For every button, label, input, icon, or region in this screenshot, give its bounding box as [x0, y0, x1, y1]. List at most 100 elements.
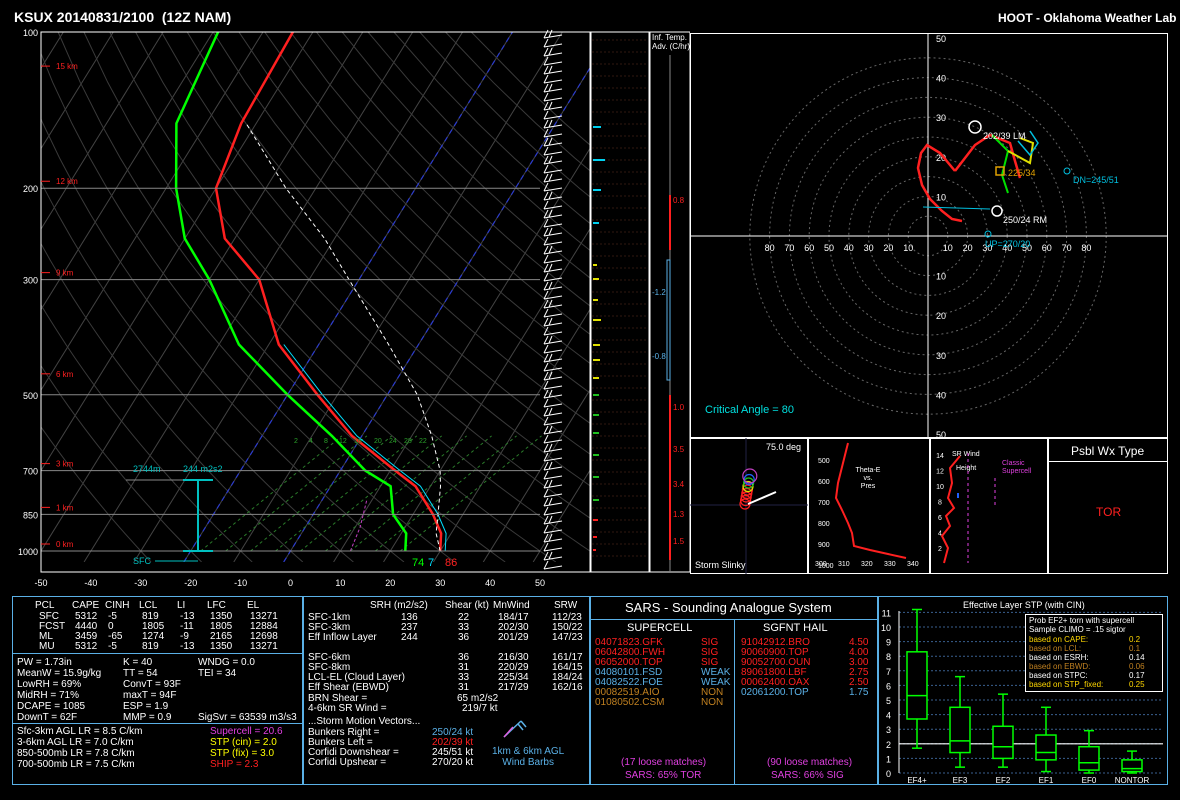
index-value: maxT = 94F: [123, 690, 177, 701]
hodo-dn-marker: [1063, 167, 1071, 175]
srwind-classic: Supercell: [1002, 468, 1032, 475]
index-value: MeanW = 15.9g/kg: [17, 668, 102, 679]
pressure-label: 200: [23, 184, 38, 194]
wind-barb: [543, 313, 563, 318]
index-value: TT = 54: [123, 668, 158, 679]
stp-y-tick: 5: [886, 696, 891, 706]
wind-barb-flag: [543, 398, 549, 408]
mixing-ratio-label: 22: [419, 438, 427, 445]
wind-barb-flag: [543, 29, 549, 39]
parcel-cell: 819: [142, 641, 159, 652]
sars-supercell-list: 04071823.GFK SIG 06042800.FWH SIG 06052000.T…: [595, 637, 730, 717]
wind-barb-flag: [543, 506, 549, 516]
temp-tick-label: -20: [184, 578, 197, 588]
wind-barb-flag: [548, 335, 553, 344]
wind-barb-flag: [543, 191, 549, 201]
wind-barb-flag: [548, 155, 553, 164]
wind-barb-flag: [548, 299, 553, 308]
slinky-angle: 75.0 deg: [766, 442, 801, 452]
wind-barb-flag: [548, 83, 553, 92]
wind-barb-flag: [543, 245, 549, 255]
srwind-classic: Classic: [1002, 460, 1025, 467]
mixing-ratio-label: 8: [324, 438, 328, 445]
parcel-header: CINH: [105, 600, 130, 611]
stp-legend-label: based on STP_fixed:: [1029, 680, 1104, 689]
composite-indices: Supercell = 20.6 STP (cin) = 2.0 STP (fix)…: [210, 726, 300, 776]
temp-tick-label: 0: [288, 578, 293, 588]
wind-barb-flag: [543, 560, 549, 570]
wind-barb-flag: [543, 182, 549, 192]
temp-tick-label: -10: [234, 578, 247, 588]
composite-index: SHIP = 2.3: [210, 759, 259, 770]
wind-barb: [543, 286, 563, 291]
wind-barb-icon: [503, 720, 527, 738]
dry-adiabat: [341, 32, 590, 279]
wind-barb-flag: [548, 227, 553, 236]
sars-hail-head: SGFNT HAIL: [763, 622, 828, 634]
stp-legend-value: 0.17: [1129, 671, 1145, 680]
wind-barb: [543, 178, 563, 183]
srwind-height-tick: 8: [938, 500, 942, 507]
adv-value: 0.8: [673, 196, 685, 205]
hodo-x-label: 80: [765, 243, 775, 253]
sfc-temp-label: 86: [445, 557, 457, 569]
srwind-title: SR Wind: [952, 451, 980, 458]
wind-barb: [543, 475, 563, 480]
adv-cold-bar: [666, 259, 671, 381]
sars-sc-prob: SARS: 65% TOR: [625, 770, 702, 781]
stp-box: [1078, 745, 1100, 771]
pressure-label: 850: [23, 510, 38, 520]
wind-barb-flag: [543, 389, 549, 399]
height-label: 3 km: [56, 460, 74, 469]
theta-temp-tick: 330: [884, 561, 896, 568]
hodo-x-label: 60: [1042, 243, 1052, 253]
hodo-x-label: 70: [784, 243, 794, 253]
stp-category-label: EF4+: [907, 776, 927, 784]
wind-barb-flag: [543, 524, 549, 534]
mixing-ratio-label: 2: [294, 438, 298, 445]
wind-barb-flag: [543, 497, 549, 507]
parcel-cell: MU: [39, 641, 55, 652]
wind-barb: [543, 547, 563, 552]
sars-supercell-id: 01080502.CSM: [595, 697, 665, 708]
stp-legend: Prob EF2+ torn with supercell Sample CLI…: [1025, 614, 1163, 692]
srwind-height-tick: 14: [936, 453, 944, 460]
stp-y-tick: 2: [886, 740, 891, 750]
wind-barb: [543, 412, 563, 417]
hodo-dn-label: DN=245/51: [1073, 175, 1119, 185]
wind-barb: [543, 349, 563, 354]
theta-pres-tick: 800: [818, 521, 830, 528]
storm-motions: Bunkers Right = 250/24 kt Bunkers Left = 20…: [308, 727, 478, 771]
stp-box: [949, 706, 971, 754]
wind-barb: [543, 340, 563, 345]
srwind-frame: [930, 438, 1048, 574]
dry-adiabat: [316, 32, 590, 307]
skewt-diagram: 2 4 8 12 16 20 24 28 22100200300500700850100015 …: [18, 28, 690, 588]
height-label: 12 km: [56, 177, 78, 186]
wind-barb: [543, 70, 563, 75]
isotherm: [482, 388, 590, 562]
sars-hail-size: 1.75: [849, 687, 869, 698]
dry-adiabat: [186, 32, 590, 455]
index-value: SigSvr = 63539 m3/s3: [198, 712, 297, 723]
index-value: TEI = 34: [198, 668, 237, 679]
wind-barb: [543, 88, 563, 93]
theta-pres-tick: 700: [818, 500, 830, 507]
wind-barb-flag: [548, 281, 553, 290]
stp-box: [992, 725, 1014, 760]
hodo-x-label: 20: [963, 243, 973, 253]
sars-hail-list: 91042912.BRO 4.50 90060900.TOP 4.00 90052700…: [741, 637, 874, 717]
wind-barb-flag: [548, 425, 553, 434]
sfc-dewpoint-label: 74: [412, 557, 424, 569]
wind-barb: [543, 232, 563, 237]
adv-value: 1.5: [673, 537, 685, 546]
stp-legend-label: based on LCL:: [1029, 644, 1082, 653]
wind-barb-flag: [548, 317, 553, 326]
kinematics-header: SRW: [554, 600, 578, 611]
hodo-rm-vector: [922, 206, 991, 210]
storm-slinky-panel: 75.0 deg Storm Slinky: [690, 438, 808, 574]
hodo-up-label: UP=270/20: [985, 239, 1030, 249]
stp-legend-value: 0.06: [1129, 662, 1145, 671]
hodo-x-label: 10: [903, 243, 913, 253]
lapse-rate: 850-500mb LR = 7.8 C/km: [17, 748, 135, 759]
